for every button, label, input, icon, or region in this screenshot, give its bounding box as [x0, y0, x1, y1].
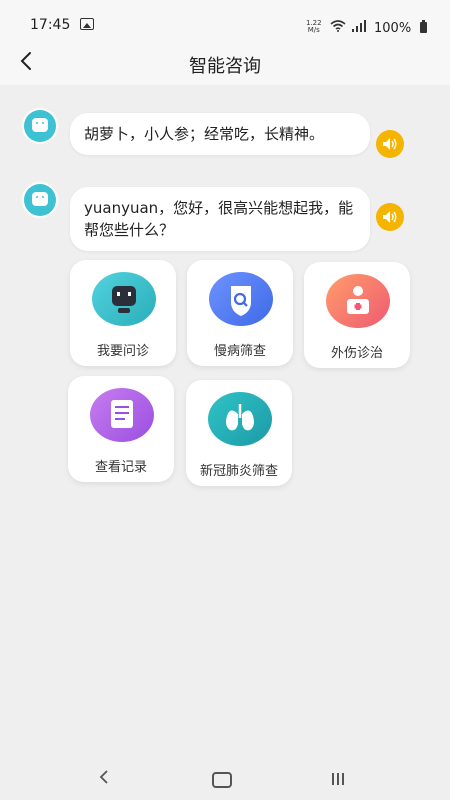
chat-bubble: 胡萝卜，小人参；经常吃，长精神。: [70, 113, 370, 155]
tile-label: 我要问诊: [96, 344, 149, 359]
tile-label: 外伤诊治: [330, 346, 383, 361]
system-back-icon[interactable]: [98, 770, 110, 784]
status-time: 17:45: [30, 17, 71, 33]
gallery-icon: [80, 18, 94, 30]
tile-covid-screening[interactable]: 新冠肺炎筛查: [186, 380, 292, 486]
status-bar: 17:45 1.22 M/s 100%: [0, 0, 450, 40]
system-home-icon[interactable]: [212, 772, 232, 788]
message-text: yuanyuan，您好，很高兴能想起我，能帮您些什么？: [84, 199, 354, 239]
message-text: 胡萝卜，小人参；经常吃，长精神。: [84, 125, 325, 143]
battery-percent: 100%: [374, 21, 412, 36]
network-speed: 1.22 M/s: [306, 20, 322, 34]
wifi-icon: [330, 20, 346, 32]
bandage-icon: [326, 274, 390, 328]
document-icon: [90, 388, 154, 442]
robot-icon: [92, 272, 156, 326]
network-speed-unit: M/s: [307, 26, 320, 34]
tile-consultation[interactable]: 我要问诊: [70, 260, 176, 366]
robot-face-icon: [32, 118, 48, 132]
shield-search-icon: [209, 272, 273, 326]
chat-bubble: yuanyuan，您好，很高兴能想起我，能帮您些什么？: [70, 187, 370, 251]
lungs-icon: [208, 392, 272, 446]
battery-icon: [420, 20, 427, 33]
assistant-avatar: [24, 110, 56, 142]
speaker-icon[interactable]: [376, 130, 404, 158]
tile-label: 查看记录: [94, 460, 147, 475]
tile-view-records[interactable]: 查看记录: [68, 376, 174, 482]
page-title: 智能咨询: [189, 56, 261, 77]
signal-icon: [352, 20, 366, 32]
tile-trauma-treatment[interactable]: 外伤诊治: [304, 262, 410, 368]
system-recent-apps-icon[interactable]: [330, 772, 346, 786]
robot-face-icon: [32, 192, 48, 206]
tile-label: 新冠肺炎筛查: [199, 464, 278, 479]
assistant-avatar: [24, 184, 56, 216]
speaker-icon[interactable]: [376, 203, 404, 231]
tile-chronic-screening[interactable]: 慢病筛查: [187, 260, 293, 366]
tile-label: 慢病筛查: [213, 344, 266, 359]
